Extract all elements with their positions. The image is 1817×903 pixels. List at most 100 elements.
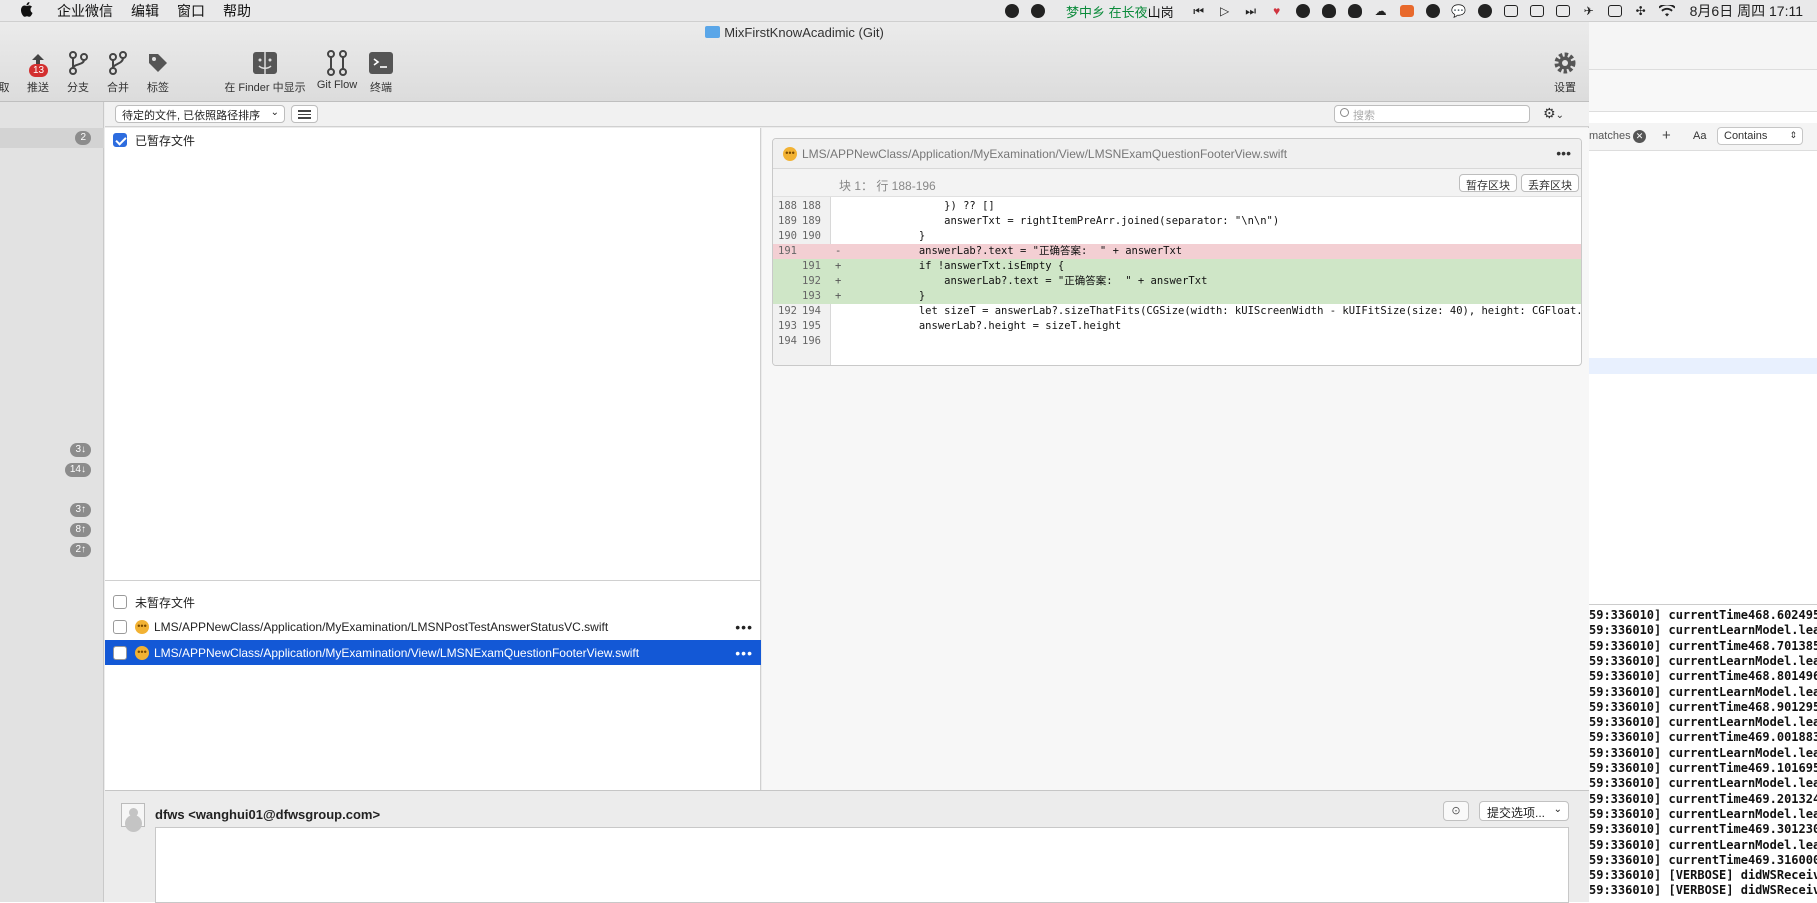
qq-icon[interactable] bbox=[1321, 4, 1337, 18]
now-playing[interactable]: 梦中乡 在长夜山岗 bbox=[1066, 2, 1174, 21]
file-checkbox[interactable] bbox=[113, 645, 127, 660]
diff-line[interactable]: 190 190 } bbox=[773, 229, 1581, 244]
add-icon[interactable]: + bbox=[1662, 127, 1671, 144]
commit-options-select[interactable]: 提交选项... ⌄ bbox=[1479, 801, 1569, 821]
clear-search-icon[interactable]: ✕ bbox=[1633, 130, 1646, 143]
search-input[interactable]: 搜索 bbox=[1334, 105, 1530, 123]
sort-select[interactable]: 待定的文件, 已依照路径排序 ⌄ bbox=[115, 105, 285, 123]
merge-icon bbox=[104, 50, 132, 76]
wifi-icon[interactable] bbox=[1658, 4, 1675, 18]
qq-alt-icon[interactable] bbox=[1347, 4, 1363, 18]
branch-button[interactable]: 分支 bbox=[64, 50, 92, 95]
status-app-icon[interactable] bbox=[1004, 4, 1020, 18]
box-icon[interactable] bbox=[1503, 4, 1519, 18]
unstaged-files-header: 未暂存文件 bbox=[113, 592, 195, 612]
diff-line[interactable]: 194 196 bbox=[773, 334, 1581, 349]
git-client-window: MixFirstKnowAcadimic (Git) 取 13 推送 分支 合并 bbox=[0, 22, 1589, 903]
more-icon[interactable]: ••• bbox=[735, 645, 753, 661]
cloud-icon[interactable]: ☁ bbox=[1373, 4, 1389, 18]
fetch-button[interactable]: 取 bbox=[0, 50, 12, 95]
more-icon[interactable]: ••• bbox=[1556, 145, 1571, 161]
match-mode-select[interactable]: Contains ⇕ bbox=[1717, 127, 1803, 145]
hunk-title: 块 1： 行 188-196 bbox=[839, 179, 936, 193]
merge-button[interactable]: 合并 bbox=[104, 50, 132, 95]
match-case-button[interactable]: Aa bbox=[1693, 130, 1706, 142]
modified-icon: ••• bbox=[135, 619, 149, 634]
airplay-icon[interactable] bbox=[1555, 4, 1571, 18]
file-list-toolbar: 待定的文件, 已依照路径排序 ⌄ 搜索 ⚙⌄ bbox=[105, 102, 1589, 127]
unstaged-checkbox[interactable] bbox=[113, 595, 127, 609]
compass-icon[interactable] bbox=[1425, 4, 1441, 18]
gear-icon: ⚙ bbox=[1543, 105, 1556, 121]
diff-line[interactable]: 188 188 }) ?? [] bbox=[773, 199, 1581, 214]
console-line: 59:336010] currentLearnModel.lea bbox=[1589, 653, 1817, 668]
line-number: 189 bbox=[802, 215, 821, 227]
chat-bubble-icon[interactable]: 💬 bbox=[1451, 4, 1467, 18]
sort-select-value: 待定的文件, 已依照路径排序 bbox=[122, 110, 261, 122]
sync-icon[interactable] bbox=[1607, 4, 1623, 18]
chevron-down-icon: ⌄ bbox=[270, 107, 279, 118]
file-row[interactable]: ••• LMS/APPNewClass/Application/MyExamin… bbox=[105, 614, 761, 639]
terminal-button[interactable]: 终端 bbox=[366, 50, 396, 95]
menu-wework[interactable]: 企业微信 bbox=[48, 1, 122, 21]
diff-line[interactable]: 192 + answerLab?.text = "正确答案: " + answer… bbox=[773, 274, 1581, 289]
menubar-clock[interactable]: 8月6日 周四 17:11 bbox=[1690, 1, 1803, 21]
list-view-button[interactable] bbox=[291, 105, 318, 123]
stage-hunk-button[interactable]: 暂存区块 bbox=[1459, 174, 1517, 192]
line-number: 192 bbox=[778, 305, 797, 317]
unstaged-files-label: 未暂存文件 bbox=[135, 595, 196, 610]
file-checkbox[interactable] bbox=[113, 619, 127, 634]
line-number: 193 bbox=[802, 290, 821, 302]
modified-icon: ••• bbox=[135, 645, 149, 660]
diff-line[interactable]: 193 195 answerLab?.height = sizeT.height bbox=[773, 319, 1581, 334]
bird-icon[interactable]: ✈ bbox=[1581, 4, 1597, 18]
sidebar-count-badge: 2 bbox=[75, 131, 91, 145]
staged-checkbox[interactable] bbox=[113, 133, 127, 147]
grid-icon[interactable] bbox=[1529, 4, 1545, 18]
menu-help[interactable]: 帮助 bbox=[214, 1, 260, 21]
line-number: 196 bbox=[802, 335, 821, 347]
more-icon[interactable]: ••• bbox=[735, 619, 753, 635]
sidebar-behind-badge: 14↓ bbox=[64, 463, 91, 477]
previous-track-icon[interactable]: ⏮ bbox=[1191, 4, 1207, 18]
branch-label: 分支 bbox=[67, 82, 89, 94]
diff-line[interactable]: 193 + } bbox=[773, 289, 1581, 304]
merge-label: 合并 bbox=[107, 82, 129, 94]
music-app-icon[interactable] bbox=[1030, 4, 1046, 18]
settings-button[interactable]: 设置 bbox=[1550, 50, 1580, 95]
apple-menu-icon[interactable] bbox=[0, 1, 48, 21]
console-line: 59:336010] currentTime469.201324 bbox=[1589, 791, 1817, 806]
pane-divider[interactable] bbox=[105, 580, 761, 581]
wechat-icon[interactable] bbox=[1477, 4, 1493, 18]
network-icon[interactable]: ✣ bbox=[1633, 4, 1649, 18]
next-track-icon[interactable]: ⏭ bbox=[1243, 4, 1259, 18]
diff-line[interactable]: 189 189 answerTxt = rightItemPreArr.joine… bbox=[773, 214, 1581, 229]
diff-line[interactable]: 192 194 let sizeT = answerLab?.sizeThatFi… bbox=[773, 304, 1581, 319]
play-icon[interactable]: ▷ bbox=[1217, 4, 1233, 18]
commit-message-input[interactable] bbox=[155, 827, 1569, 903]
git-flow-button[interactable]: Git Flow bbox=[314, 50, 360, 91]
settings-label: 设置 bbox=[1554, 82, 1576, 94]
line-number: 188 bbox=[778, 200, 797, 212]
file-status-pane: 已暂存文件 未暂存文件 ••• LMS/APPNewClass/Applicat… bbox=[105, 128, 761, 790]
tag-button[interactable]: 标签 bbox=[144, 50, 172, 95]
console-line: 59:336010] [VERBOSE] didWSReceiv bbox=[1589, 868, 1817, 883]
diff-marker: + bbox=[835, 260, 842, 272]
discard-hunk-button[interactable]: 丢弃区块 bbox=[1521, 174, 1579, 192]
diff-code: answerLab?.height = sizeT.height bbox=[843, 320, 1122, 332]
diff-marker: + bbox=[835, 275, 842, 287]
clock-icon[interactable]: ⊙ bbox=[1443, 801, 1469, 821]
diff-line[interactable]: 191 - answerLab?.text = "正确答案: " + answer… bbox=[773, 244, 1581, 259]
console-line: 59:336010] currentLearnModel.lea bbox=[1589, 776, 1817, 791]
menu-window[interactable]: 窗口 bbox=[168, 1, 214, 21]
menu-edit[interactable]: 编辑 bbox=[122, 1, 168, 21]
browser-icon[interactable] bbox=[1295, 4, 1311, 18]
app-orange-icon[interactable] bbox=[1399, 4, 1415, 18]
show-in-finder-button[interactable]: 在 Finder 中显示 bbox=[222, 50, 308, 95]
diff-line[interactable]: 191 + if !answerTxt.isEmpty { bbox=[773, 259, 1581, 274]
terminal-label: 终端 bbox=[370, 82, 392, 94]
options-gear-button[interactable]: ⚙⌄ bbox=[1543, 105, 1581, 123]
push-button[interactable]: 13 推送 bbox=[24, 50, 52, 95]
heart-icon[interactable]: ♥ bbox=[1269, 4, 1285, 18]
file-row-selected[interactable]: ••• LMS/APPNewClass/Application/MyExamin… bbox=[105, 640, 761, 665]
